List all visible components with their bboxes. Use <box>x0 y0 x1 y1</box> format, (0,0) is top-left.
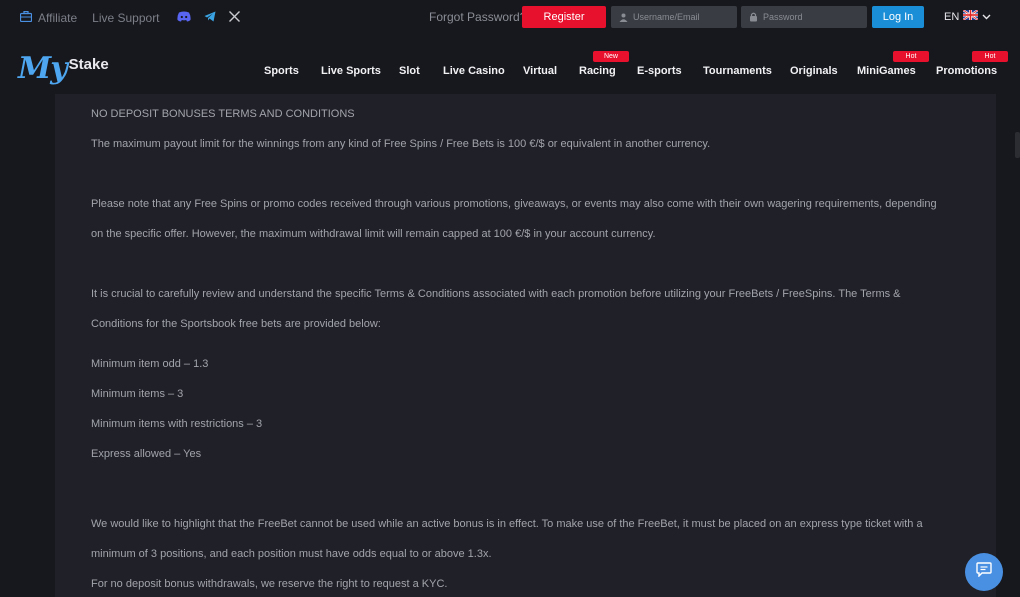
forgot-password-link[interactable]: Forgot Password? <box>429 10 526 24</box>
briefcase-icon <box>19 10 33 25</box>
nav-promotions[interactable]: Promotions <box>936 65 997 77</box>
logo-stake: Stake <box>68 56 109 73</box>
discord-icon[interactable] <box>176 11 191 25</box>
nav-racing[interactable]: Racing <box>579 65 616 77</box>
terms-list-item: Minimum items with restrictions – 3 <box>91 418 263 430</box>
terms-panel: NO DEPOSIT BONUSES TERMS AND CONDITIONS … <box>55 94 996 597</box>
chat-button[interactable] <box>965 553 1003 591</box>
username-field[interactable]: Username/Email <box>611 6 737 28</box>
chat-bubble-icon <box>976 562 992 582</box>
terms-paragraph: The maximum payout limit for the winning… <box>91 138 711 150</box>
terms-list-item: Minimum item odd – 1.3 <box>91 358 209 370</box>
terms-paragraph: Please note that any Free Spins or promo… <box>91 198 937 210</box>
terms-paragraph: minimum of 3 positions, and each positio… <box>91 548 492 560</box>
password-placeholder: Password <box>763 12 803 22</box>
language-selector[interactable]: EN <box>944 9 991 23</box>
nav-tournaments[interactable]: Tournaments <box>703 65 772 77</box>
telegram-icon[interactable] <box>204 11 216 25</box>
nav-minigames[interactable]: MiniGames <box>857 65 916 77</box>
login-button[interactable]: Log In <box>872 6 924 28</box>
main-nav: My Stake Sports Live Sports Slot Live Ca… <box>0 36 1020 94</box>
badge-new: New <box>593 51 629 62</box>
affiliate-label: Affiliate <box>38 11 78 25</box>
chevron-down-icon <box>982 11 991 23</box>
x-twitter-icon[interactable] <box>228 11 240 25</box>
nav-live-sports[interactable]: Live Sports <box>321 65 381 77</box>
terms-list-item: Express allowed – Yes <box>91 448 202 460</box>
user-icon <box>619 13 628 22</box>
nav-virtual[interactable]: Virtual <box>523 65 557 77</box>
lock-icon <box>749 12 758 22</box>
nav-sports[interactable]: Sports <box>264 65 299 77</box>
badge-hot-promotions: Hot <box>972 51 1008 62</box>
password-field[interactable]: Password <box>741 6 867 28</box>
logo[interactable]: My Stake <box>18 54 109 84</box>
live-support-link[interactable]: Live Support <box>92 11 159 25</box>
terms-paragraph: For no deposit bonus withdrawals, we res… <box>91 578 448 590</box>
badge-hot-minigames: Hot <box>893 51 929 62</box>
username-placeholder: Username/Email <box>633 12 700 22</box>
logo-my: My <box>18 51 68 86</box>
terms-paragraph: on the specific offer. However, the maxi… <box>91 228 656 240</box>
terms-heading: NO DEPOSIT BONUSES TERMS AND CONDITIONS <box>91 108 355 120</box>
top-bar-left: Affiliate Live Support <box>19 0 240 36</box>
uk-flag-icon <box>962 9 979 23</box>
nav-live-casino[interactable]: Live Casino <box>443 65 505 77</box>
terms-paragraph: It is crucial to carefully review and un… <box>91 288 901 300</box>
terms-paragraph: We would like to highlight that the Free… <box>91 518 923 530</box>
language-code: EN <box>944 10 960 23</box>
nav-esports[interactable]: E-sports <box>637 65 682 77</box>
top-bar: Affiliate Live Support Forgot Password? … <box>0 0 1020 36</box>
nav-slot[interactable]: Slot <box>399 65 420 77</box>
terms-list-item: Minimum items – 3 <box>91 388 184 400</box>
nav-originals[interactable]: Originals <box>790 65 838 77</box>
social-links <box>176 11 240 25</box>
affiliate-link[interactable]: Affiliate <box>19 10 78 25</box>
terms-paragraph: Conditions for the Sportsbook free bets … <box>91 318 381 330</box>
scrollbar-thumb[interactable] <box>1015 132 1020 158</box>
register-button[interactable]: Register <box>522 6 606 28</box>
